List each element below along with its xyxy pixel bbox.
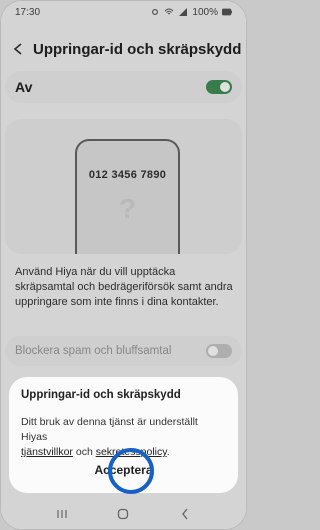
dialog-suffix: . [166,446,170,458]
recents-icon [57,510,67,518]
home-button[interactable] [113,507,133,521]
dialog-body-text: Ditt bruk av denna tjänst är underställt… [21,416,198,443]
recents-button[interactable] [52,507,72,521]
tap-highlight-ring [108,448,154,494]
settings-screen: 17:30 100% Uppringar-id och skräpskydd A… [1,1,246,529]
dialog-connector: och [75,446,93,458]
terms-dialog: Uppringar-id och skräpskydd Ditt bruk av… [9,377,238,494]
nav-back-icon [182,508,188,520]
terms-link[interactable]: tjänstvillkor [21,446,73,458]
phone-frame: 17:30 100% Uppringar-id och skräpskydd A… [0,0,247,530]
navigation-bar [1,499,246,529]
home-icon [118,508,129,520]
back-nav-button[interactable] [175,507,195,521]
dialog-title: Uppringar-id och skräpskydd [21,389,181,401]
